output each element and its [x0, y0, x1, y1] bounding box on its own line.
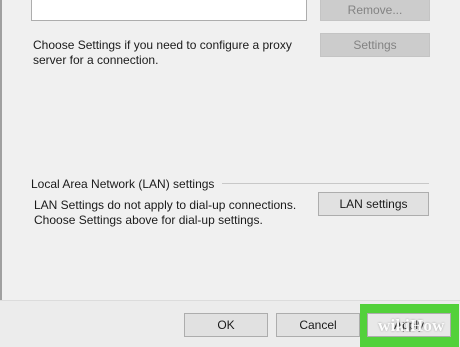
settings-button[interactable]: Settings [320, 33, 430, 57]
lan-description: LAN Settings do not apply to dial-up con… [34, 198, 296, 228]
lan-settings-button[interactable]: LAN settings [318, 192, 429, 216]
cancel-button[interactable]: Cancel [276, 313, 360, 337]
wikihow-watermark: wikiHow [378, 316, 445, 335]
window-left-border [0, 0, 2, 346]
proxy-description-line2: server for a connection. [33, 53, 159, 67]
proxy-description-line1: Choose Settings if you need to configure… [33, 38, 292, 52]
proxy-description: Choose Settings if you need to configure… [33, 38, 292, 68]
ok-button[interactable]: OK [184, 313, 268, 337]
lan-description-line1: LAN Settings do not apply to dial-up con… [34, 198, 297, 212]
connections-list[interactable] [31, 0, 307, 21]
lan-group-divider [222, 183, 429, 184]
lan-group-title: Local Area Network (LAN) settings [31, 177, 215, 191]
remove-button[interactable]: Remove... [320, 0, 430, 21]
lan-description-line2: Choose Settings above for dial-up settin… [34, 213, 263, 227]
